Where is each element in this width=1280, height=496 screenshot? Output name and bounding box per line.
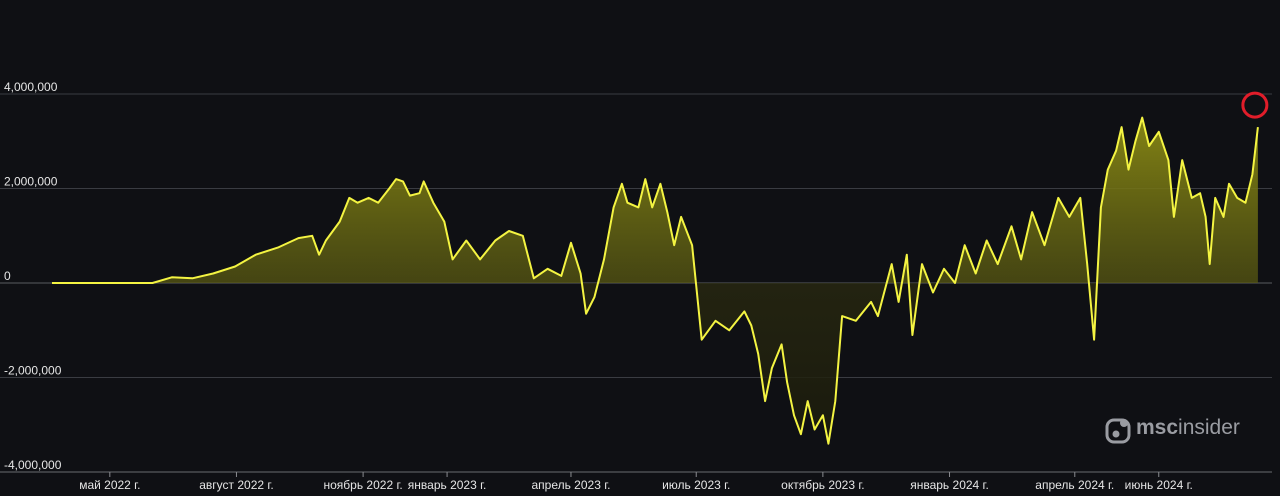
- x-tick-label: июнь 2024 г.: [1125, 478, 1193, 492]
- y-tick-label: -2,000,000: [4, 364, 62, 378]
- chart: 4,000,0002,000,0000-2,000,000-4,000,000 …: [0, 80, 1272, 492]
- y-axis: 4,000,000 2,000,000 0 -2,000,000 -4,000,000: [4, 80, 62, 472]
- x-tick-label: апрель 2023 г.: [531, 478, 610, 492]
- y-tick-label: 4,000,000: [4, 80, 58, 94]
- x-tick-label: июль 2023 г.: [662, 478, 730, 492]
- x-tick-label: август 2022 г.: [199, 478, 273, 492]
- brand-name: mscinsider: [1136, 416, 1240, 439]
- x-tick-label: январь 2023 г.: [408, 478, 487, 492]
- x-tick-label: апрель 2024 г.: [1035, 478, 1114, 492]
- highlight-circle: [1241, 91, 1269, 119]
- y-tick-label: 2,000,000: [4, 175, 58, 189]
- brand-name-regular: insider: [1178, 416, 1240, 439]
- x-tick-label: январь 2024 г.: [910, 478, 989, 492]
- x-tick-label: май 2022 г.: [79, 478, 140, 492]
- y-tick-label: 0: [4, 269, 11, 283]
- x-tick-label: ноябрь 2022 г.: [323, 478, 402, 492]
- brand-logo-icon: [1105, 418, 1131, 444]
- x-axis: май 2022 г. август 2022 г. ноябрь 2022 г. я…: [79, 472, 1193, 492]
- y-tick-label: -4,000,000: [4, 458, 62, 472]
- brand-name-bold: msc: [1136, 416, 1178, 439]
- area-fill-positive: [52, 117, 1258, 283]
- brand-watermark: mscinsider: [1105, 416, 1240, 444]
- x-tick-label: октябрь 2023 г.: [781, 478, 864, 492]
